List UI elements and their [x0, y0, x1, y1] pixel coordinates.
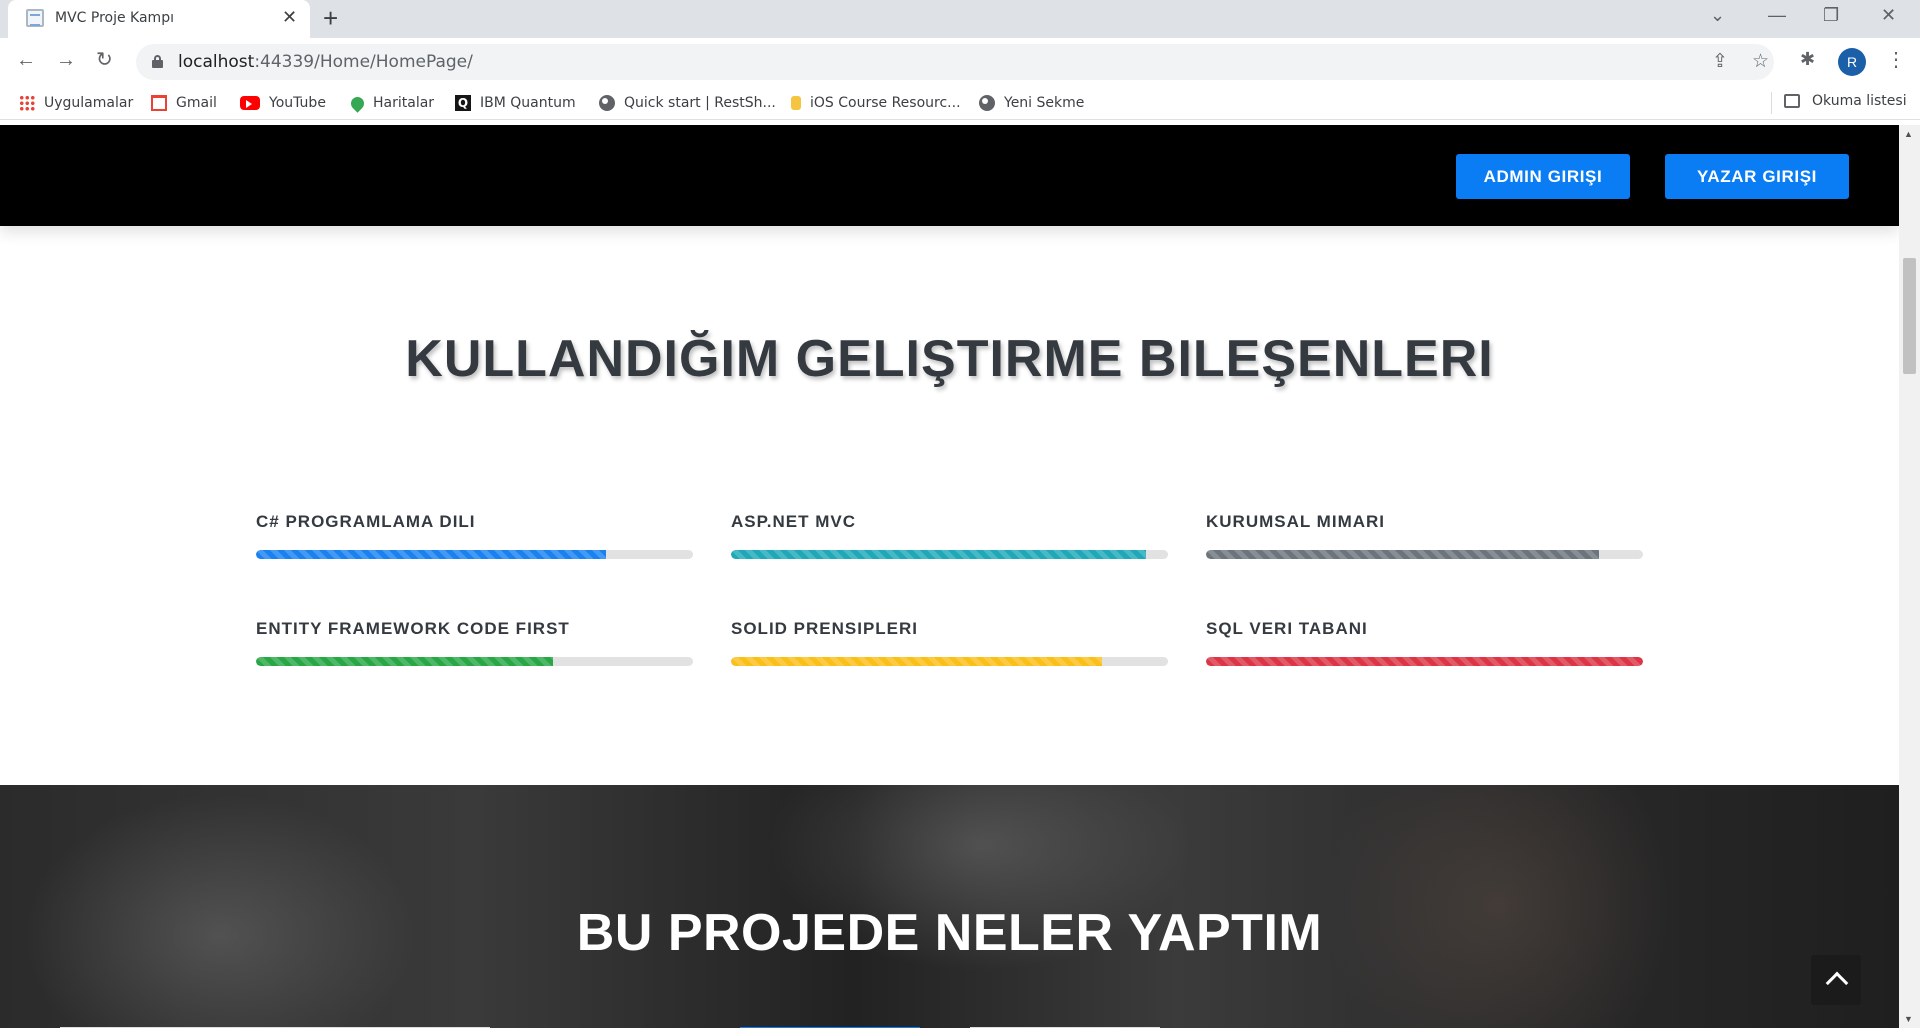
skills-section-title: KULLANDIĞIM GELIŞTIRME BILEŞENLERI — [405, 330, 1494, 388]
browser-tab[interactable]: MVC Proje Kampı ✕ — [8, 0, 310, 38]
bookmark-apps[interactable]: Uygulamalar — [19, 93, 133, 113]
skill-progress-fill — [1206, 550, 1600, 559]
skill-label: SQL VERI TABANI — [1206, 619, 1368, 638]
address-bar[interactable]: localhost:44339/Home/HomePage/ ⇪ ☆ — [136, 44, 1774, 80]
bookmark-new-tab[interactable]: Yeni Sekme — [979, 93, 1084, 113]
reload-icon[interactable]: ↻ — [96, 48, 113, 72]
close-tab-icon[interactable]: ✕ — [282, 8, 297, 26]
skill-enterprise-architecture: KURUMSAL MIMARI — [1206, 512, 1643, 559]
bookmarks-separator — [1771, 92, 1772, 114]
ibm-quantum-icon: Q — [455, 95, 471, 111]
share-icon[interactable]: ⇪ — [1712, 51, 1728, 73]
globe-icon — [599, 95, 615, 111]
bookmark-star-icon[interactable]: ☆ — [1752, 51, 1769, 73]
bookmark-maps[interactable]: Haritalar — [348, 93, 434, 113]
bookmark-ios-course[interactable]: iOS Course Resourc... — [791, 93, 961, 113]
admin-login-button[interactable]: ADMIN GIRIŞI — [1456, 154, 1630, 199]
skill-label: ENTITY FRAMEWORK CODE FIRST — [256, 619, 570, 638]
projects-section: BU PROJEDE NELER YAPTIM — [0, 785, 1899, 1028]
reading-list-button[interactable]: Okuma listesi — [1784, 93, 1907, 109]
tab-strip: MVC Proje Kampı ✕ + ⌄ — ❐ ✕ — [0, 0, 1920, 38]
gmail-icon — [151, 95, 167, 111]
skill-progress-track — [731, 550, 1168, 559]
skill-progress-track — [1206, 550, 1643, 559]
skill-progress-track — [731, 657, 1168, 666]
bookmark-restsharp[interactable]: Quick start | RestSh... — [599, 93, 776, 113]
back-to-top-button[interactable] — [1811, 955, 1861, 1005]
browser-toolbar: ← → ↻ localhost:44339/Home/HomePage/ ⇪ ☆… — [0, 38, 1920, 86]
skill-progress-fill — [731, 657, 1103, 666]
extensions-icon[interactable]: ✱ — [1800, 49, 1815, 70]
globe-icon — [979, 95, 995, 111]
skill-progress-fill — [1206, 657, 1643, 666]
youtube-icon — [240, 96, 260, 110]
reading-list-icon — [1784, 94, 1800, 108]
browser-menu-icon[interactable]: ⋮ — [1886, 48, 1906, 72]
skill-csharp: C# PROGRAMLAMA DILI — [256, 512, 693, 559]
skill-progress-fill — [731, 550, 1147, 559]
skill-label: KURUMSAL MIMARI — [1206, 512, 1386, 531]
skill-entity-framework: ENTITY FRAMEWORK CODE FIRST — [256, 619, 693, 666]
restore-icon[interactable]: ❐ — [1823, 3, 1839, 27]
skill-aspnet-mvc: ASP.NET MVC — [731, 512, 1168, 559]
bookmarks-bar: Uygulamalar Gmail YouTube Haritalar Q IB… — [0, 86, 1920, 120]
back-icon[interactable]: ← — [16, 48, 36, 72]
tab-search-icon[interactable]: ⌄ — [1710, 3, 1725, 27]
site-header: ADMIN GIRIŞI YAZAR GIRIŞI — [0, 125, 1899, 226]
page-scrollbar[interactable]: ▲ ▼ — [1899, 125, 1920, 1028]
skill-label: ASP.NET MVC — [731, 512, 856, 531]
projects-section-title: BU PROJEDE NELER YAPTIM — [576, 904, 1323, 962]
profile-avatar[interactable]: R — [1838, 48, 1866, 76]
skill-label: SOLID PRENSIPLERI — [731, 619, 919, 638]
skill-progress-track — [1206, 657, 1643, 666]
bookmark-youtube[interactable]: YouTube — [240, 93, 326, 113]
skill-progress-track — [256, 550, 693, 559]
url-text[interactable]: localhost:44339/Home/HomePage/ — [178, 52, 473, 72]
maps-icon — [348, 93, 367, 113]
scroll-down-icon[interactable]: ▼ — [1904, 1014, 1913, 1024]
skill-progress-fill — [256, 550, 606, 559]
page-favicon-icon — [26, 9, 44, 27]
ios-course-icon — [791, 96, 801, 110]
new-tab-icon[interactable]: + — [323, 4, 338, 32]
skill-progress-track — [256, 657, 693, 666]
bookmark-gmail[interactable]: Gmail — [151, 93, 217, 113]
skill-solid: SOLID PRENSIPLERI — [731, 619, 1168, 666]
page-viewport: ADMIN GIRIŞI YAZAR GIRIŞI KULLANDIĞIM GE… — [0, 125, 1899, 1028]
apps-icon — [19, 95, 35, 111]
scrollbar-thumb[interactable] — [1903, 258, 1916, 374]
lock-icon[interactable] — [152, 55, 163, 68]
skill-sql-database: SQL VERI TABANI — [1206, 619, 1643, 666]
skill-label: C# PROGRAMLAMA DILI — [256, 512, 476, 531]
writer-login-button[interactable]: YAZAR GIRIŞI — [1665, 154, 1849, 199]
skill-progress-fill — [256, 657, 554, 666]
forward-icon[interactable]: → — [56, 48, 76, 72]
tab-title: MVC Proje Kampı — [55, 10, 174, 26]
close-window-icon[interactable]: ✕ — [1881, 3, 1896, 27]
minimize-icon[interactable]: — — [1768, 3, 1786, 27]
bookmark-ibm-quantum[interactable]: Q IBM Quantum — [455, 93, 576, 113]
scroll-up-icon[interactable]: ▲ — [1904, 129, 1913, 139]
